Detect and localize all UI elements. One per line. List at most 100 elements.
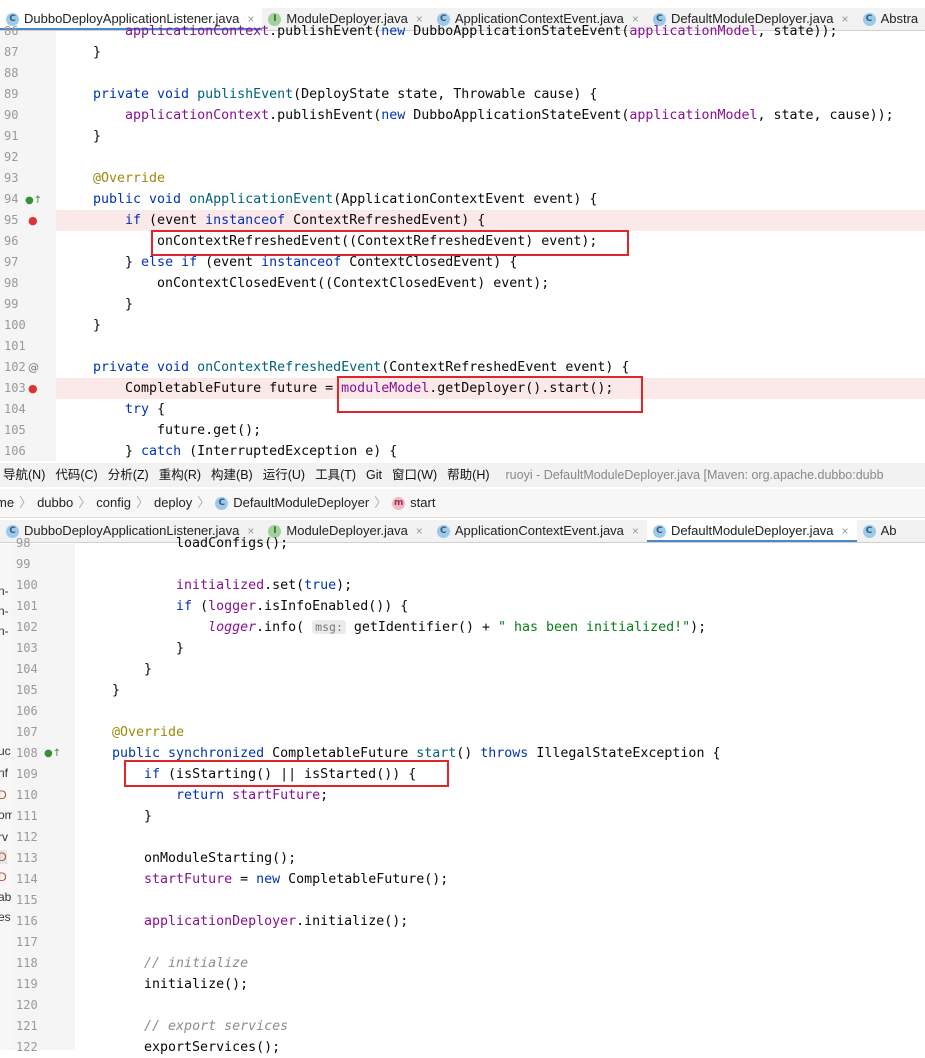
menu-item[interactable]: 工具(T) <box>315 468 356 482</box>
line-number: 91 <box>4 129 19 143</box>
menu-item[interactable]: 运行(U) <box>263 468 305 482</box>
breadcrumb: me 〉 dubbo 〉 config 〉 deploy 〉 C DefaultModuleDep… <box>0 489 925 518</box>
line-number: 101 <box>16 599 38 613</box>
code-line: onModuleStarting(); <box>112 851 297 866</box>
line-number: 103 <box>16 641 38 655</box>
breadcrumb-label: config <box>96 495 131 510</box>
line-number: 97 <box>4 255 19 269</box>
implements-marker-icon[interactable]: ●↑ <box>44 748 61 759</box>
project-tree-fragment[interactable]: rv <box>0 830 8 844</box>
param-hint: msg: <box>312 620 346 634</box>
line-number: 106 <box>4 444 26 458</box>
line-number: 89 <box>4 87 19 101</box>
code-line: applicationDeployer.initialize(); <box>144 914 409 929</box>
breakpoint-icon[interactable]: ● <box>28 382 38 395</box>
project-tree-fragment[interactable]: nf <box>0 766 8 780</box>
line-number: 88 <box>4 66 19 80</box>
highlight-box <box>337 376 643 413</box>
line-number: 104 <box>16 662 38 676</box>
editor-tab[interactable]: C ApplicationContextEvent.java × <box>431 520 647 542</box>
code-line: applicationContext.publishEvent(new Dubb… <box>125 24 838 39</box>
code-line: future.get(); <box>93 423 262 438</box>
chevron-right-icon: 〉 <box>19 495 33 510</box>
menu-item[interactable]: 帮助(H) <box>447 468 489 482</box>
code-line: exportServices(); <box>112 1040 281 1055</box>
breadcrumb-item[interactable]: me <box>0 495 14 510</box>
project-tree-fragment[interactable]: n- <box>0 604 9 618</box>
line-number: 119 <box>16 977 38 991</box>
code-line: try { <box>125 402 166 417</box>
class-icon: C <box>862 13 876 27</box>
code-line: } catch (InterruptedException e) { <box>93 444 398 459</box>
line-number: 105 <box>4 423 26 437</box>
project-tree-fragment[interactable]: es <box>0 910 11 924</box>
chevron-right-icon: 〉 <box>374 495 388 510</box>
line-number: 103 <box>4 381 26 395</box>
annotation-marker-icon: @ <box>28 361 39 374</box>
close-icon[interactable]: × <box>632 524 639 538</box>
line-number: 114 <box>16 872 38 886</box>
project-tree-fragment[interactable]: D <box>0 788 7 802</box>
code-line: } <box>93 129 102 144</box>
code-line: } <box>93 297 134 312</box>
close-icon[interactable]: × <box>416 524 423 538</box>
tab-label: DefaultModuleDeployer.java <box>670 523 834 538</box>
menu-item[interactable]: Git <box>366 468 382 482</box>
project-tree-fragment[interactable]: D <box>0 870 7 884</box>
breadcrumb-label: start <box>410 495 436 510</box>
class-icon: C <box>436 525 450 539</box>
project-tree-fragment[interactable]: uc <box>0 744 11 758</box>
line-number: 93 <box>4 171 19 185</box>
code-line: @Override <box>112 725 185 740</box>
project-tree-fragment[interactable]: n- <box>0 584 9 598</box>
breadcrumb-item[interactable]: dubbo <box>37 495 73 510</box>
line-number: 94 <box>4 192 19 206</box>
menu-item[interactable]: 窗口(W) <box>392 468 437 482</box>
project-tree-fragment[interactable]: ab <box>0 890 11 904</box>
menu-item[interactable]: 构建(B) <box>211 468 253 482</box>
code-line: initialized.set(true); <box>176 578 353 593</box>
code-line: @Override <box>93 171 166 186</box>
breadcrumb-item[interactable]: deploy <box>154 495 192 510</box>
project-tree-fragment[interactable]: D <box>0 850 7 864</box>
line-number: 118 <box>16 956 38 970</box>
close-icon[interactable]: × <box>842 524 849 538</box>
menu-item[interactable]: 分析(Z) <box>108 468 149 482</box>
menu-item[interactable]: 代码(C) <box>55 468 97 482</box>
breadcrumb-item[interactable]: config <box>96 495 131 510</box>
code-line: return startFuture; <box>176 788 329 803</box>
editor-tab[interactable]: C DefaultModuleDeployer.java × <box>646 520 857 542</box>
chevron-right-icon: 〉 <box>78 495 92 510</box>
highlight-box <box>124 760 449 787</box>
editor-tab[interactable]: C Ab <box>857 520 905 542</box>
breadcrumb-label: DefaultModuleDeployer <box>233 495 370 510</box>
breadcrumb-item[interactable]: C DefaultModuleDeployer <box>215 495 370 511</box>
code-line: applicationContext.publishEvent(new Dubb… <box>125 108 894 123</box>
menu-item[interactable]: 导航(N) <box>3 468 45 482</box>
code-comment: // initialize <box>144 956 249 971</box>
code-line: } <box>93 318 102 333</box>
project-tree-fragment[interactable]: n- <box>0 624 9 638</box>
line-number: 102 <box>4 360 26 374</box>
code-line: startFuture = new CompletableFuture(); <box>144 872 449 887</box>
code-line: } <box>112 809 153 824</box>
code-line: // initialize <box>112 953 248 974</box>
line-number: 96 <box>4 234 19 248</box>
code-line: loadConfigs(); <box>112 536 289 551</box>
line-number: 105 <box>16 683 38 697</box>
line-number: 98 <box>4 276 19 290</box>
line-number: 99 <box>4 297 19 311</box>
breadcrumb-item[interactable]: m start <box>392 495 436 511</box>
line-number: 116 <box>16 914 38 928</box>
line-number: 117 <box>16 935 38 949</box>
code-line: if (event instanceof ContextRefreshedEve… <box>125 213 486 228</box>
breakpoint-icon[interactable]: ● <box>28 214 38 227</box>
close-icon[interactable]: × <box>842 12 849 26</box>
tab-label: Ab <box>880 523 897 538</box>
editor-tab[interactable]: C Abstra <box>857 8 925 30</box>
method-icon: m <box>392 497 406 511</box>
menu-item[interactable]: 重构(R) <box>159 468 201 482</box>
implements-marker-icon[interactable]: ●↑ <box>25 195 42 206</box>
code-comment: // export services <box>144 1019 289 1034</box>
line-number: 109 <box>16 767 38 781</box>
